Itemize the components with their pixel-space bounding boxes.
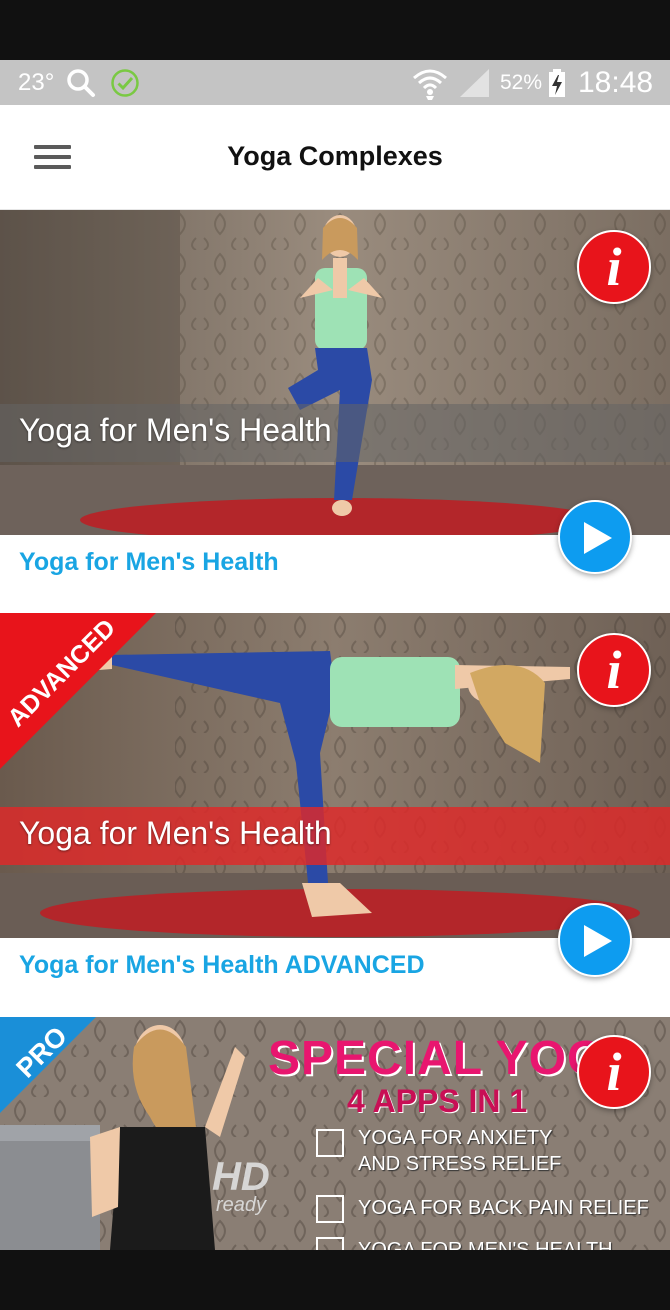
app-bar: Yoga Complexes (0, 105, 670, 210)
info-icon: i (606, 640, 622, 700)
page-title: Yoga Complexes (227, 141, 443, 171)
card-image[interactable]: Yoga for Men's Health ADVANCED i (0, 613, 670, 938)
check-circle-icon (111, 69, 139, 97)
status-bar: 23° 52% 18:48 (0, 60, 670, 105)
play-icon (584, 522, 612, 554)
promo-item: AND STRESS RELIEF (358, 1153, 562, 1175)
card-image[interactable]: Yoga for Men's Health i (0, 210, 670, 535)
battery-percentage: 52% (500, 71, 543, 94)
play-button[interactable] (558, 500, 632, 574)
battery-charging-icon (549, 69, 565, 97)
info-icon-button[interactable]: i (577, 230, 651, 304)
image-caption: Yoga for Men's Health (19, 412, 332, 448)
promo-item: YOGA FOR BACK PAIN RELIEF (358, 1197, 649, 1219)
image-caption: Yoga for Men's Health (19, 815, 332, 851)
promo-item: YOGA FOR MEN'S HEALTH (358, 1239, 613, 1250)
yoga-tree-pose-photo (0, 210, 670, 535)
top-bezel (0, 0, 670, 60)
info-icon-button[interactable]: i (577, 633, 651, 707)
wifi-icon (413, 69, 447, 100)
cell-signal-icon (460, 69, 489, 97)
promo-card[interactable]: PRO HD ready SPECIAL YOGA 4 APPS IN 1 YO… (0, 1017, 670, 1250)
hd-ready-label: ready (216, 1194, 267, 1216)
info-icon-button[interactable]: i (577, 1035, 651, 1109)
play-button[interactable] (558, 903, 632, 977)
promo-item: YOGA FOR ANXIETY (358, 1127, 553, 1149)
navigation-bar-bezel (0, 1250, 670, 1310)
checkbox-icon (316, 1129, 344, 1157)
workout-card[interactable]: Yoga for Men's Health ADVANCED i Yoga fo… (0, 613, 670, 1017)
card-title[interactable]: Yoga for Men's Health (19, 548, 279, 577)
card-title[interactable]: Yoga for Men's Health ADVANCED (19, 951, 425, 980)
workout-card[interactable]: Yoga for Men's Health i Yoga for Men's H… (0, 210, 670, 613)
search-icon (67, 69, 95, 97)
info-icon: i (606, 1042, 622, 1102)
temperature-readout: 23° (18, 69, 55, 96)
checkbox-icon (316, 1237, 344, 1250)
clock: 18:48 (578, 66, 654, 99)
info-icon: i (606, 237, 622, 297)
checkbox-icon (316, 1195, 344, 1223)
play-icon (584, 925, 612, 957)
promo-subheadline: 4 APPS IN 1 (347, 1083, 528, 1119)
